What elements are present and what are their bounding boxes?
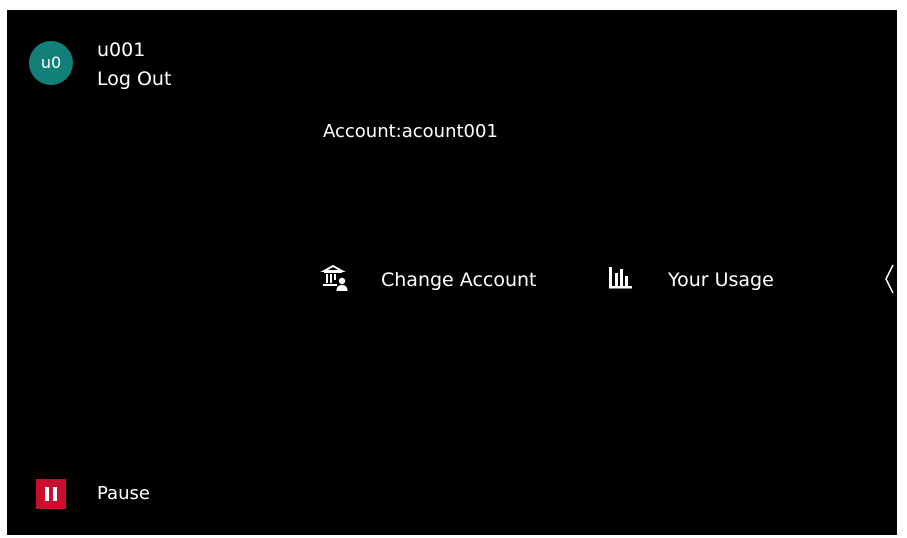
your-usage-label: Your Usage	[668, 269, 774, 291]
bar-chart-icon	[607, 260, 637, 300]
main-screen: u0 u001 Log Out Account:acount001 Change…	[7, 10, 897, 535]
chevron-left-icon	[885, 264, 894, 294]
account-label: Account:acount001	[323, 121, 498, 142]
logout-button[interactable]: Log Out	[97, 67, 171, 91]
your-usage-button[interactable]: Your Usage	[607, 260, 797, 300]
collapse-button[interactable]	[883, 262, 897, 296]
bank-user-icon	[320, 260, 350, 300]
pause-label: Pause	[97, 483, 150, 504]
pause-button[interactable]: Pause	[36, 479, 168, 509]
pause-icon	[36, 479, 66, 509]
change-account-label: Change Account	[381, 269, 537, 291]
user-name: u001	[97, 39, 146, 61]
change-account-button[interactable]: Change Account	[320, 260, 560, 300]
avatar[interactable]: u0	[29, 41, 73, 85]
